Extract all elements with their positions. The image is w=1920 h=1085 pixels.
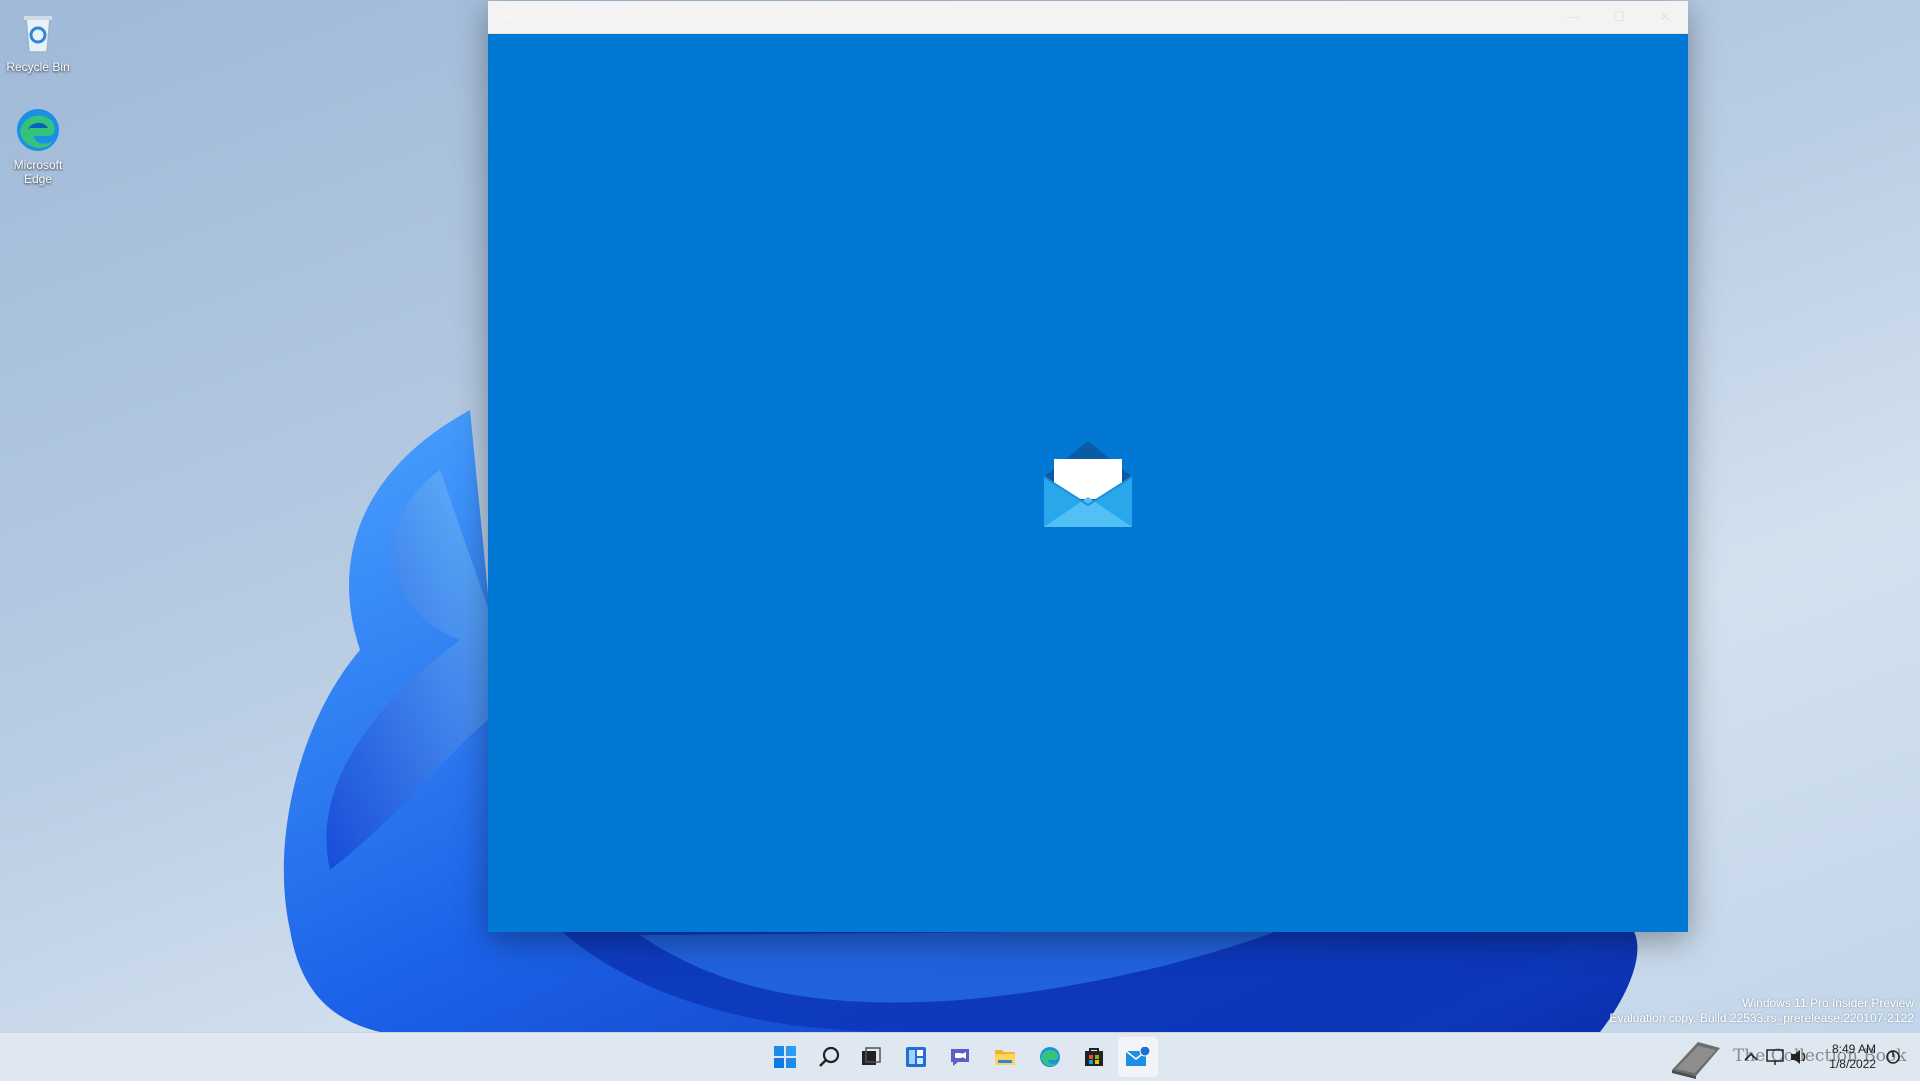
maximize-button[interactable]: ☐	[1596, 1, 1642, 33]
taskbar-task-view[interactable]	[851, 1037, 891, 1077]
desktop-icon-label: Microsoft Edge	[13, 158, 63, 186]
taskbar-store[interactable]	[1074, 1037, 1114, 1077]
minimize-button[interactable]: —	[1550, 1, 1596, 33]
mail-window[interactable]: Mail — ☐ ✕	[488, 1, 1688, 932]
watermark-line: Evaluation copy. Build 22533.rs_prerelea…	[1609, 1011, 1914, 1025]
taskbar-widgets[interactable]	[896, 1037, 936, 1077]
clock-date: 1/8/2022	[1829, 1057, 1876, 1071]
taskbar-clock[interactable]: 8:49 AM 1/8/2022	[1806, 1042, 1876, 1072]
mail-badge: 1	[1141, 1039, 1147, 1049]
store-icon	[1085, 1048, 1103, 1066]
book-icon	[1668, 1036, 1724, 1085]
recycle-bin-icon	[14, 8, 62, 56]
mail-envelope-icon	[1034, 429, 1142, 537]
taskbar-file-explorer[interactable]	[985, 1037, 1025, 1077]
desktop-icon-edge[interactable]: Microsoft Edge	[0, 106, 76, 186]
desktop-icon-label: Recycle Bin	[6, 60, 70, 74]
window-title: Mail	[500, 10, 523, 24]
clock-time: 8:49 AM	[1831, 1042, 1876, 1056]
network-icon[interactable]	[1764, 1047, 1786, 1067]
chat-icon	[951, 1049, 969, 1066]
taskbar-mail[interactable]: 1	[1118, 1037, 1158, 1077]
taskbar-search[interactable]	[809, 1037, 849, 1077]
notification-icon[interactable]	[1882, 1047, 1904, 1067]
taskbar-start[interactable]	[765, 1037, 805, 1077]
mail-icon	[1125, 1045, 1151, 1066]
taskbar-chat[interactable]	[940, 1037, 980, 1077]
build-watermark: Windows 11 Pro Insider Preview Evaluatio…	[1609, 996, 1914, 1026]
desktop-icon-recycle-bin[interactable]: Recycle Bin	[0, 8, 76, 74]
taskbar-edge[interactable]	[1030, 1037, 1070, 1077]
window-titlebar[interactable]: Mail — ☐ ✕	[488, 1, 1688, 34]
taskbar: 1 The Collection Book 8:49 AM 1/8/2022	[0, 1032, 1920, 1081]
search-icon	[819, 1046, 840, 1067]
close-button[interactable]: ✕	[1642, 1, 1688, 33]
widgets-icon	[906, 1047, 926, 1067]
windows-start-icon	[774, 1046, 796, 1068]
watermark-line: Windows 11 Pro Insider Preview	[1742, 996, 1914, 1010]
chevron-up-icon[interactable]	[1740, 1047, 1762, 1067]
edge-icon	[1040, 1047, 1060, 1067]
edge-icon	[14, 106, 62, 154]
file-explorer-icon	[995, 1050, 1015, 1065]
task-view-icon	[862, 1047, 881, 1065]
